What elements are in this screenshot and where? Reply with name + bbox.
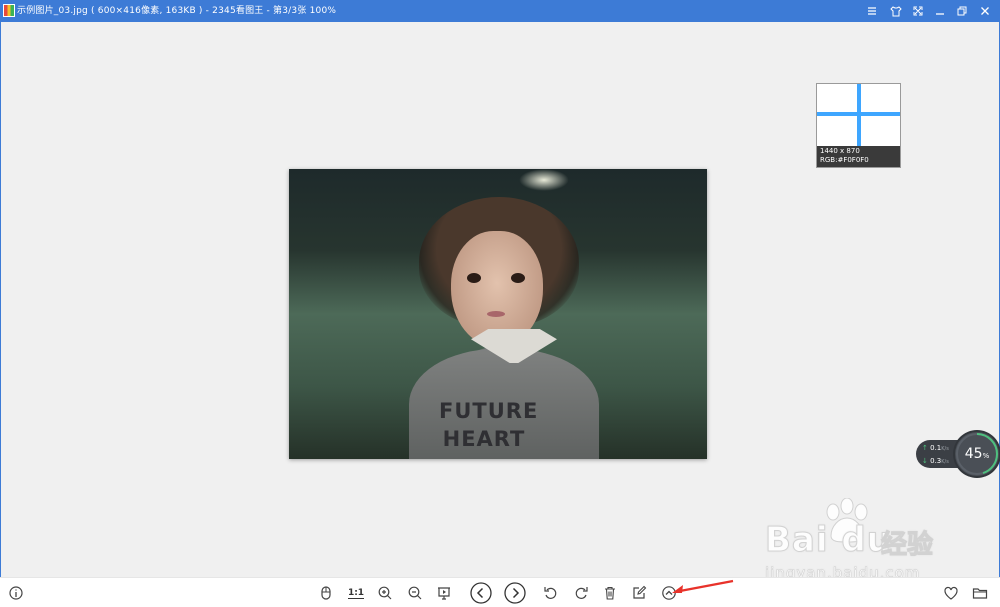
window-title: 示例图片_03.jpg ( 600×416像素, 163KB ) - 2345看…: [17, 6, 337, 16]
minimize-icon[interactable]: [931, 3, 949, 19]
mouse-icon[interactable]: [316, 583, 336, 603]
bottom-toolbar: 1:1: [0, 577, 1000, 607]
zoom-out-icon[interactable]: [405, 583, 425, 603]
chevron-left-icon[interactable]: [470, 582, 492, 604]
chevron-right-icon[interactable]: [504, 582, 526, 604]
memory-usage-gauge[interactable]: 45%: [955, 432, 999, 476]
fullscreen-icon[interactable]: [909, 3, 927, 19]
zoom-in-icon[interactable]: [375, 583, 395, 603]
upload-arrow-icon: ↑: [922, 444, 928, 452]
title-bar: 示例图片_03.jpg ( 600×416像素, 163KB ) - 2345看…: [0, 0, 1000, 22]
photo-background-light: [519, 169, 569, 191]
actual-size-button[interactable]: 1:1: [346, 583, 366, 603]
restore-icon[interactable]: [953, 3, 971, 19]
watermark-jingyan: 经验: [880, 530, 934, 561]
close-icon[interactable]: [976, 3, 994, 19]
download-speed: ↓ 0.3K/s: [922, 457, 949, 465]
rotate-left-icon[interactable]: [541, 583, 561, 603]
displayed-photo[interactable]: FUTURE HEART: [289, 169, 707, 459]
photo-right-eye: [511, 273, 525, 283]
magnifier-info: 1440 x 870 RGB:#F0F0F0: [817, 146, 900, 167]
download-arrow-icon: ↓: [922, 457, 928, 465]
chevron-up-circle-icon[interactable]: [659, 583, 679, 603]
photo-mouth: [487, 311, 505, 317]
upload-speed: ↑ 0.1K/s: [922, 444, 949, 452]
baidu-jingyan-watermark: Bai du 经验 jingyan.baidu.com: [765, 498, 945, 586]
shirt-print-line1: FUTURE: [439, 399, 539, 423]
skin-icon[interactable]: [887, 3, 905, 19]
menu-icon[interactable]: [863, 3, 881, 19]
folder-icon[interactable]: [970, 583, 990, 603]
edit-icon[interactable]: [629, 583, 649, 603]
info-icon[interactable]: [6, 583, 26, 603]
watermark-brand: Bai du: [765, 520, 892, 561]
shirt-print-line2: HEART: [442, 427, 526, 451]
magnifier-crosshair-horizontal: [817, 112, 900, 116]
usage-percent: 45%: [964, 446, 990, 462]
magnifier-size: 1440 x 870: [820, 147, 860, 155]
shirt-print: FUTURE HEART: [439, 397, 539, 453]
slideshow-icon[interactable]: [434, 583, 454, 603]
rotate-right-icon[interactable]: [571, 583, 591, 603]
magnifier-rgb: RGB:#F0F0F0: [820, 156, 869, 164]
heart-icon[interactable]: [941, 583, 961, 603]
magnifier-panel: 1440 x 870 RGB:#F0F0F0: [816, 83, 901, 168]
photo-left-eye: [467, 273, 481, 283]
app-logo-icon: [3, 4, 15, 17]
trash-icon[interactable]: [600, 583, 620, 603]
